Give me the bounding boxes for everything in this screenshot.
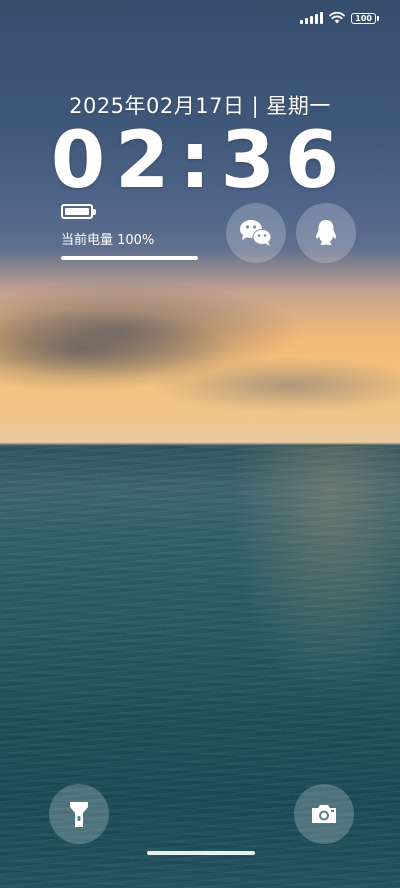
flashlight-icon — [70, 802, 88, 827]
home-indicator[interactable] — [147, 851, 255, 855]
battery-progress-bar — [61, 256, 198, 260]
battery-label: 当前电量 100% — [61, 233, 155, 248]
signal-icon — [300, 12, 324, 24]
battery-widget: 当前电量 100% — [61, 204, 201, 260]
wifi-icon — [329, 12, 346, 24]
battery-progress-fill — [61, 256, 198, 260]
qq-shortcut-button[interactable] — [296, 203, 356, 263]
sunset-reflection — [230, 446, 400, 706]
battery-icon: 100 — [351, 12, 379, 24]
battery-icon — [61, 204, 96, 219]
wechat-shortcut-button[interactable] — [226, 203, 286, 263]
wechat-icon — [240, 220, 272, 246]
battery-icon-fill — [65, 208, 89, 215]
qq-icon — [315, 220, 337, 246]
battery-level-text: 100 — [355, 13, 372, 23]
status-bar: 100 — [300, 12, 379, 24]
flashlight-button[interactable] — [49, 784, 109, 844]
lock-clock: 02:36 — [50, 116, 350, 206]
camera-icon — [312, 805, 336, 823]
camera-button[interactable] — [294, 784, 354, 844]
